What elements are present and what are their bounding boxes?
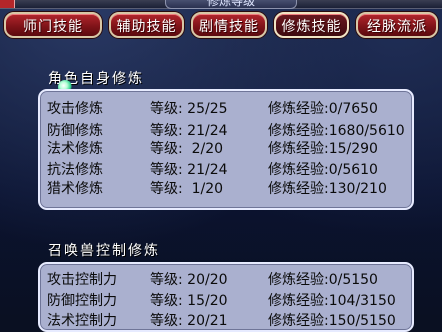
cultivation-row[interactable]: 攻击修炼 等级: 25/25 修炼经验:0/7650 <box>40 98 412 117</box>
cultivation-level: 等级: 15/20 <box>150 293 228 309</box>
cultivation-name: 防御控制力 <box>47 293 117 309</box>
cultivation-name: 法术控制力 <box>47 313 117 329</box>
cultivation-exp: 修炼经验:0/5610 <box>268 162 378 178</box>
cultivation-exp: 修炼经验:150/5150 <box>268 313 396 329</box>
cultivation-exp: 修炼经验:15/290 <box>268 141 378 157</box>
tab-cultivation-skills[interactable]: 修炼技能 <box>274 12 349 38</box>
tab-support-skills[interactable]: 辅助技能 <box>109 12 184 38</box>
cultivation-level: 等级: 21/24 <box>150 162 228 178</box>
window-title: 修炼等级 <box>165 0 297 9</box>
cultivation-name: 抗法修炼 <box>47 162 103 178</box>
cultivation-name: 攻击修炼 <box>47 101 103 117</box>
cultivation-exp: 修炼经验:1680/5610 <box>268 123 405 139</box>
cultivation-exp: 修炼经验:104/3150 <box>268 293 396 309</box>
cultivation-name: 猎术修炼 <box>47 181 103 197</box>
tab-school-skills[interactable]: 师门技能 <box>4 12 102 38</box>
cultivation-row[interactable]: 猎术修炼 等级: 1/20 修炼经验:130/210 <box>40 178 412 197</box>
cultivation-name: 攻击控制力 <box>47 272 117 288</box>
cultivation-row[interactable]: 法术控制力 等级: 20/21 修炼经验:150/5150 <box>40 310 412 329</box>
cultivation-row[interactable]: 法术修炼 等级: 2/20 修炼经验:15/290 <box>40 138 412 157</box>
cultivation-exp: 修炼经验:0/7650 <box>268 101 378 117</box>
cultivation-level: 等级: 2/20 <box>150 141 224 157</box>
cultivation-level: 等级: 1/20 <box>150 181 224 197</box>
cultivation-exp: 修炼经验:130/210 <box>268 181 387 197</box>
cultivation-row[interactable]: 防御控制力 等级: 15/20 修炼经验:104/3150 <box>40 290 412 309</box>
cultivation-row[interactable]: 抗法修炼 等级: 21/24 修炼经验:0/5610 <box>40 159 412 178</box>
tab-meridian-school[interactable]: 经脉流派 <box>356 12 438 38</box>
cultivation-level: 等级: 25/25 <box>150 101 228 117</box>
cultivation-name: 法术修炼 <box>47 141 103 157</box>
cultivation-level: 等级: 21/24 <box>150 123 228 139</box>
section-title-summon: 召唤兽控制修炼 <box>48 243 160 259</box>
close-icon[interactable] <box>0 0 15 8</box>
cultivation-exp: 修炼经验:0/5150 <box>268 272 378 288</box>
cultivation-level: 等级: 20/21 <box>150 313 228 329</box>
tab-story-skills[interactable]: 剧情技能 <box>191 12 267 38</box>
cultivation-level: 等级: 20/20 <box>150 272 228 288</box>
cultivation-name: 防御修炼 <box>47 123 103 139</box>
cultivation-row[interactable]: 防御修炼 等级: 21/24 修炼经验:1680/5610 <box>40 120 412 139</box>
cultivation-row[interactable]: 攻击控制力 等级: 20/20 修炼经验:0/5150 <box>40 269 412 288</box>
summon-control-panel: 攻击控制力 等级: 20/20 修炼经验:0/5150 防御控制力 等级: 15… <box>38 262 414 332</box>
character-cultivation-panel: 攻击修炼 等级: 25/25 修炼经验:0/7650 防御修炼 等级: 21/2… <box>38 89 414 210</box>
